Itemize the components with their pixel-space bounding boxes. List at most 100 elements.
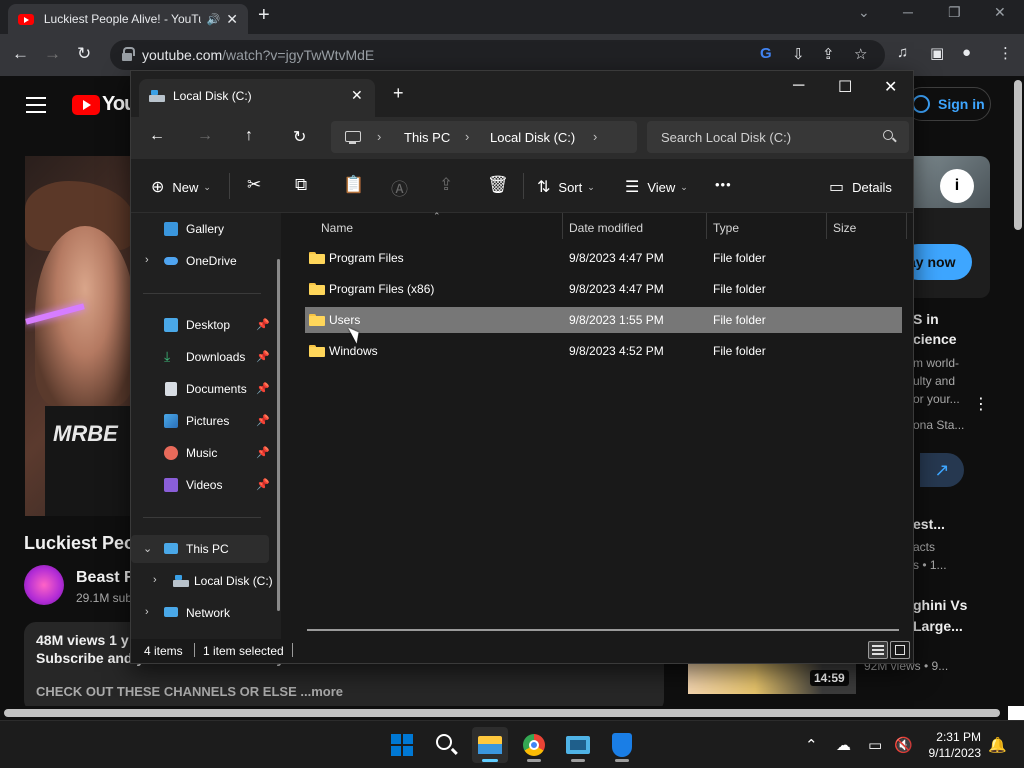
start-button[interactable] xyxy=(384,727,420,763)
rec-title[interactable]: S in xyxy=(913,311,939,327)
column-header-size[interactable]: Size xyxy=(833,221,856,235)
paste-icon[interactable]: 📋 xyxy=(343,175,364,195)
rec-title[interactable]: Large... xyxy=(913,618,963,634)
forward-icon[interactable]: → xyxy=(44,44,61,64)
chrome-menu-icon[interactable]: ⋮ xyxy=(998,44,1013,62)
volume-muted-icon[interactable]: 🔇 xyxy=(894,736,913,754)
back-icon[interactable]: ← xyxy=(12,44,29,64)
delete-icon[interactable]: 🗑 xyxy=(487,175,509,195)
column-header-name[interactable]: Name xyxy=(321,221,353,235)
chevron-right-icon[interactable]: › xyxy=(465,129,469,144)
security-taskbar-button[interactable] xyxy=(604,727,640,763)
sort-button[interactable]: ⇅ Sort ⌄ xyxy=(537,177,595,197)
sidebar-scrollbar[interactable] xyxy=(277,259,280,611)
sidebar-item-local-disk[interactable]: › Local Disk (C:) xyxy=(131,567,273,595)
notification-bell-icon[interactable]: 🔔 xyxy=(988,736,1007,754)
cut-icon[interactable]: ✂ xyxy=(247,175,261,195)
network-icon[interactable]: ▭ xyxy=(868,736,882,754)
sidebar-item-network[interactable]: › Network xyxy=(131,599,269,627)
chevron-right-icon[interactable]: › xyxy=(145,254,149,266)
speaker-icon[interactable]: 🔊 xyxy=(207,13,221,26)
sidebar-item-videos[interactable]: Videos 📌 xyxy=(131,471,270,499)
share-icon[interactable]: ⇪ xyxy=(439,175,453,195)
more-options-button[interactable]: ••• xyxy=(715,177,732,192)
media-control-icon[interactable]: ♫ xyxy=(897,44,908,61)
pin-icon[interactable]: 📌 xyxy=(256,350,270,363)
clock-date[interactable]: 9/11/2023 xyxy=(920,746,982,760)
channel-avatar[interactable] xyxy=(24,565,64,605)
pin-icon[interactable]: 📌 xyxy=(256,382,270,395)
chrome-taskbar-button[interactable] xyxy=(516,727,552,763)
bookmark-star-icon[interactable]: ☆ xyxy=(854,45,867,63)
breadcrumb-local-disk[interactable]: Local Disk (C:) xyxy=(490,130,575,145)
file-row[interactable]: Program Files (x86) 9/8/2023 4:47 PM Fil… xyxy=(305,276,902,302)
browser-close-button[interactable]: ✕ xyxy=(994,4,1006,21)
sidebar-item-this-pc[interactable]: ⌄ This PC xyxy=(131,535,269,563)
back-icon[interactable]: ← xyxy=(149,127,165,145)
sidebar-item-pictures[interactable]: Pictures 📌 xyxy=(131,407,270,435)
column-header-type[interactable]: Type xyxy=(713,221,739,235)
external-link-icon[interactable]: ↗ xyxy=(920,453,964,487)
app-taskbar-button[interactable] xyxy=(560,727,596,763)
details-view-icon[interactable] xyxy=(868,641,888,659)
close-window-button[interactable]: ✕ xyxy=(884,77,897,97)
rec-title[interactable]: ghini Vs xyxy=(913,597,967,613)
rename-icon[interactable]: Ⓐ xyxy=(391,175,408,200)
refresh-icon[interactable]: ↻ xyxy=(293,127,306,147)
pin-icon[interactable]: 📌 xyxy=(256,414,270,427)
profile-icon[interactable]: ● xyxy=(962,44,971,61)
breadcrumb-this-pc[interactable]: This PC xyxy=(404,130,450,145)
new-button[interactable]: ⊕ New ⌄ xyxy=(151,177,211,197)
forward-icon[interactable]: → xyxy=(197,127,213,145)
maximize-button[interactable]: ☐ xyxy=(838,77,852,97)
sidebar-item-gallery[interactable]: Gallery xyxy=(131,215,269,243)
onedrive-offline-icon[interactable]: ☁ xyxy=(836,736,851,754)
sidebar-item-desktop[interactable]: Desktop 📌 xyxy=(131,311,270,339)
close-tab-button[interactable]: ✕ xyxy=(226,11,238,28)
sidebar-item-downloads[interactable]: ⤓ Downloads 📌 xyxy=(131,343,270,371)
column-header-date[interactable]: Date modified xyxy=(569,221,643,235)
browser-minimize-button[interactable]: ─ xyxy=(903,4,913,20)
tab-search-button[interactable]: ⌄ xyxy=(858,4,870,21)
new-tab-button[interactable]: + xyxy=(393,83,404,104)
sidebar-item-onedrive[interactable]: › OneDrive xyxy=(131,247,269,275)
chevron-up-icon[interactable]: ⌃ xyxy=(805,736,818,754)
search-button[interactable] xyxy=(428,727,464,763)
more-options-icon[interactable]: ⋮ xyxy=(973,394,989,414)
browser-tab[interactable]: Luckiest People Alive! - YouTube 🔊 ✕ xyxy=(8,4,248,34)
reload-icon[interactable]: ↻ xyxy=(77,44,91,64)
file-explorer-taskbar-button[interactable] xyxy=(472,727,508,763)
chevron-down-icon[interactable]: ⌄ xyxy=(143,542,152,555)
chevron-right-icon[interactable]: › xyxy=(377,129,381,144)
channel-name[interactable]: Beast R xyxy=(76,569,136,587)
info-icon[interactable]: i xyxy=(940,169,974,203)
file-row[interactable]: Program Files 9/8/2023 4:47 PM File fold… xyxy=(305,245,902,271)
sidebar-item-documents[interactable]: Documents 📌 xyxy=(131,375,270,403)
tiles-view-icon[interactable] xyxy=(890,641,910,659)
lock-icon[interactable] xyxy=(122,47,135,61)
chevron-right-icon[interactable]: › xyxy=(145,606,149,618)
chevron-right-icon[interactable]: › xyxy=(593,129,597,144)
minimize-button[interactable]: ─ xyxy=(793,77,804,95)
url-text[interactable]: youtube.com/watch?v=jgyTwWtvMdE xyxy=(142,47,374,63)
pin-icon[interactable]: 📌 xyxy=(256,318,270,331)
search-icon[interactable] xyxy=(883,130,893,140)
address-bar[interactable]: youtube.com/watch?v=jgyTwWtvMdE G ⇩ ⇪ ☆ xyxy=(110,40,885,70)
google-lens-icon[interactable]: G xyxy=(760,45,772,62)
menu-icon[interactable] xyxy=(26,97,46,118)
sign-in-button[interactable]: Sign in xyxy=(905,87,991,121)
chevron-right-icon[interactable]: › xyxy=(153,574,157,586)
clock-time[interactable]: 2:31 PM xyxy=(920,730,981,744)
description-more[interactable]: CHECK OUT THESE CHANNELS OR ELSE ...more xyxy=(36,684,652,699)
close-tab-button[interactable]: ✕ xyxy=(351,87,363,104)
share-icon[interactable]: ⇪ xyxy=(822,45,835,63)
browser-restore-button[interactable]: ❐ xyxy=(948,4,961,21)
horizontal-scrollbar[interactable] xyxy=(0,706,1024,720)
pin-icon[interactable]: 📌 xyxy=(256,478,270,491)
pin-icon[interactable]: 📌 xyxy=(256,446,270,459)
up-icon[interactable]: ↑ xyxy=(245,127,253,145)
horizontal-scrollbar[interactable] xyxy=(307,629,899,631)
new-tab-button[interactable]: + xyxy=(258,4,270,27)
side-panel-icon[interactable]: ▣ xyxy=(930,44,944,62)
vertical-scrollbar[interactable] xyxy=(1012,80,1024,230)
